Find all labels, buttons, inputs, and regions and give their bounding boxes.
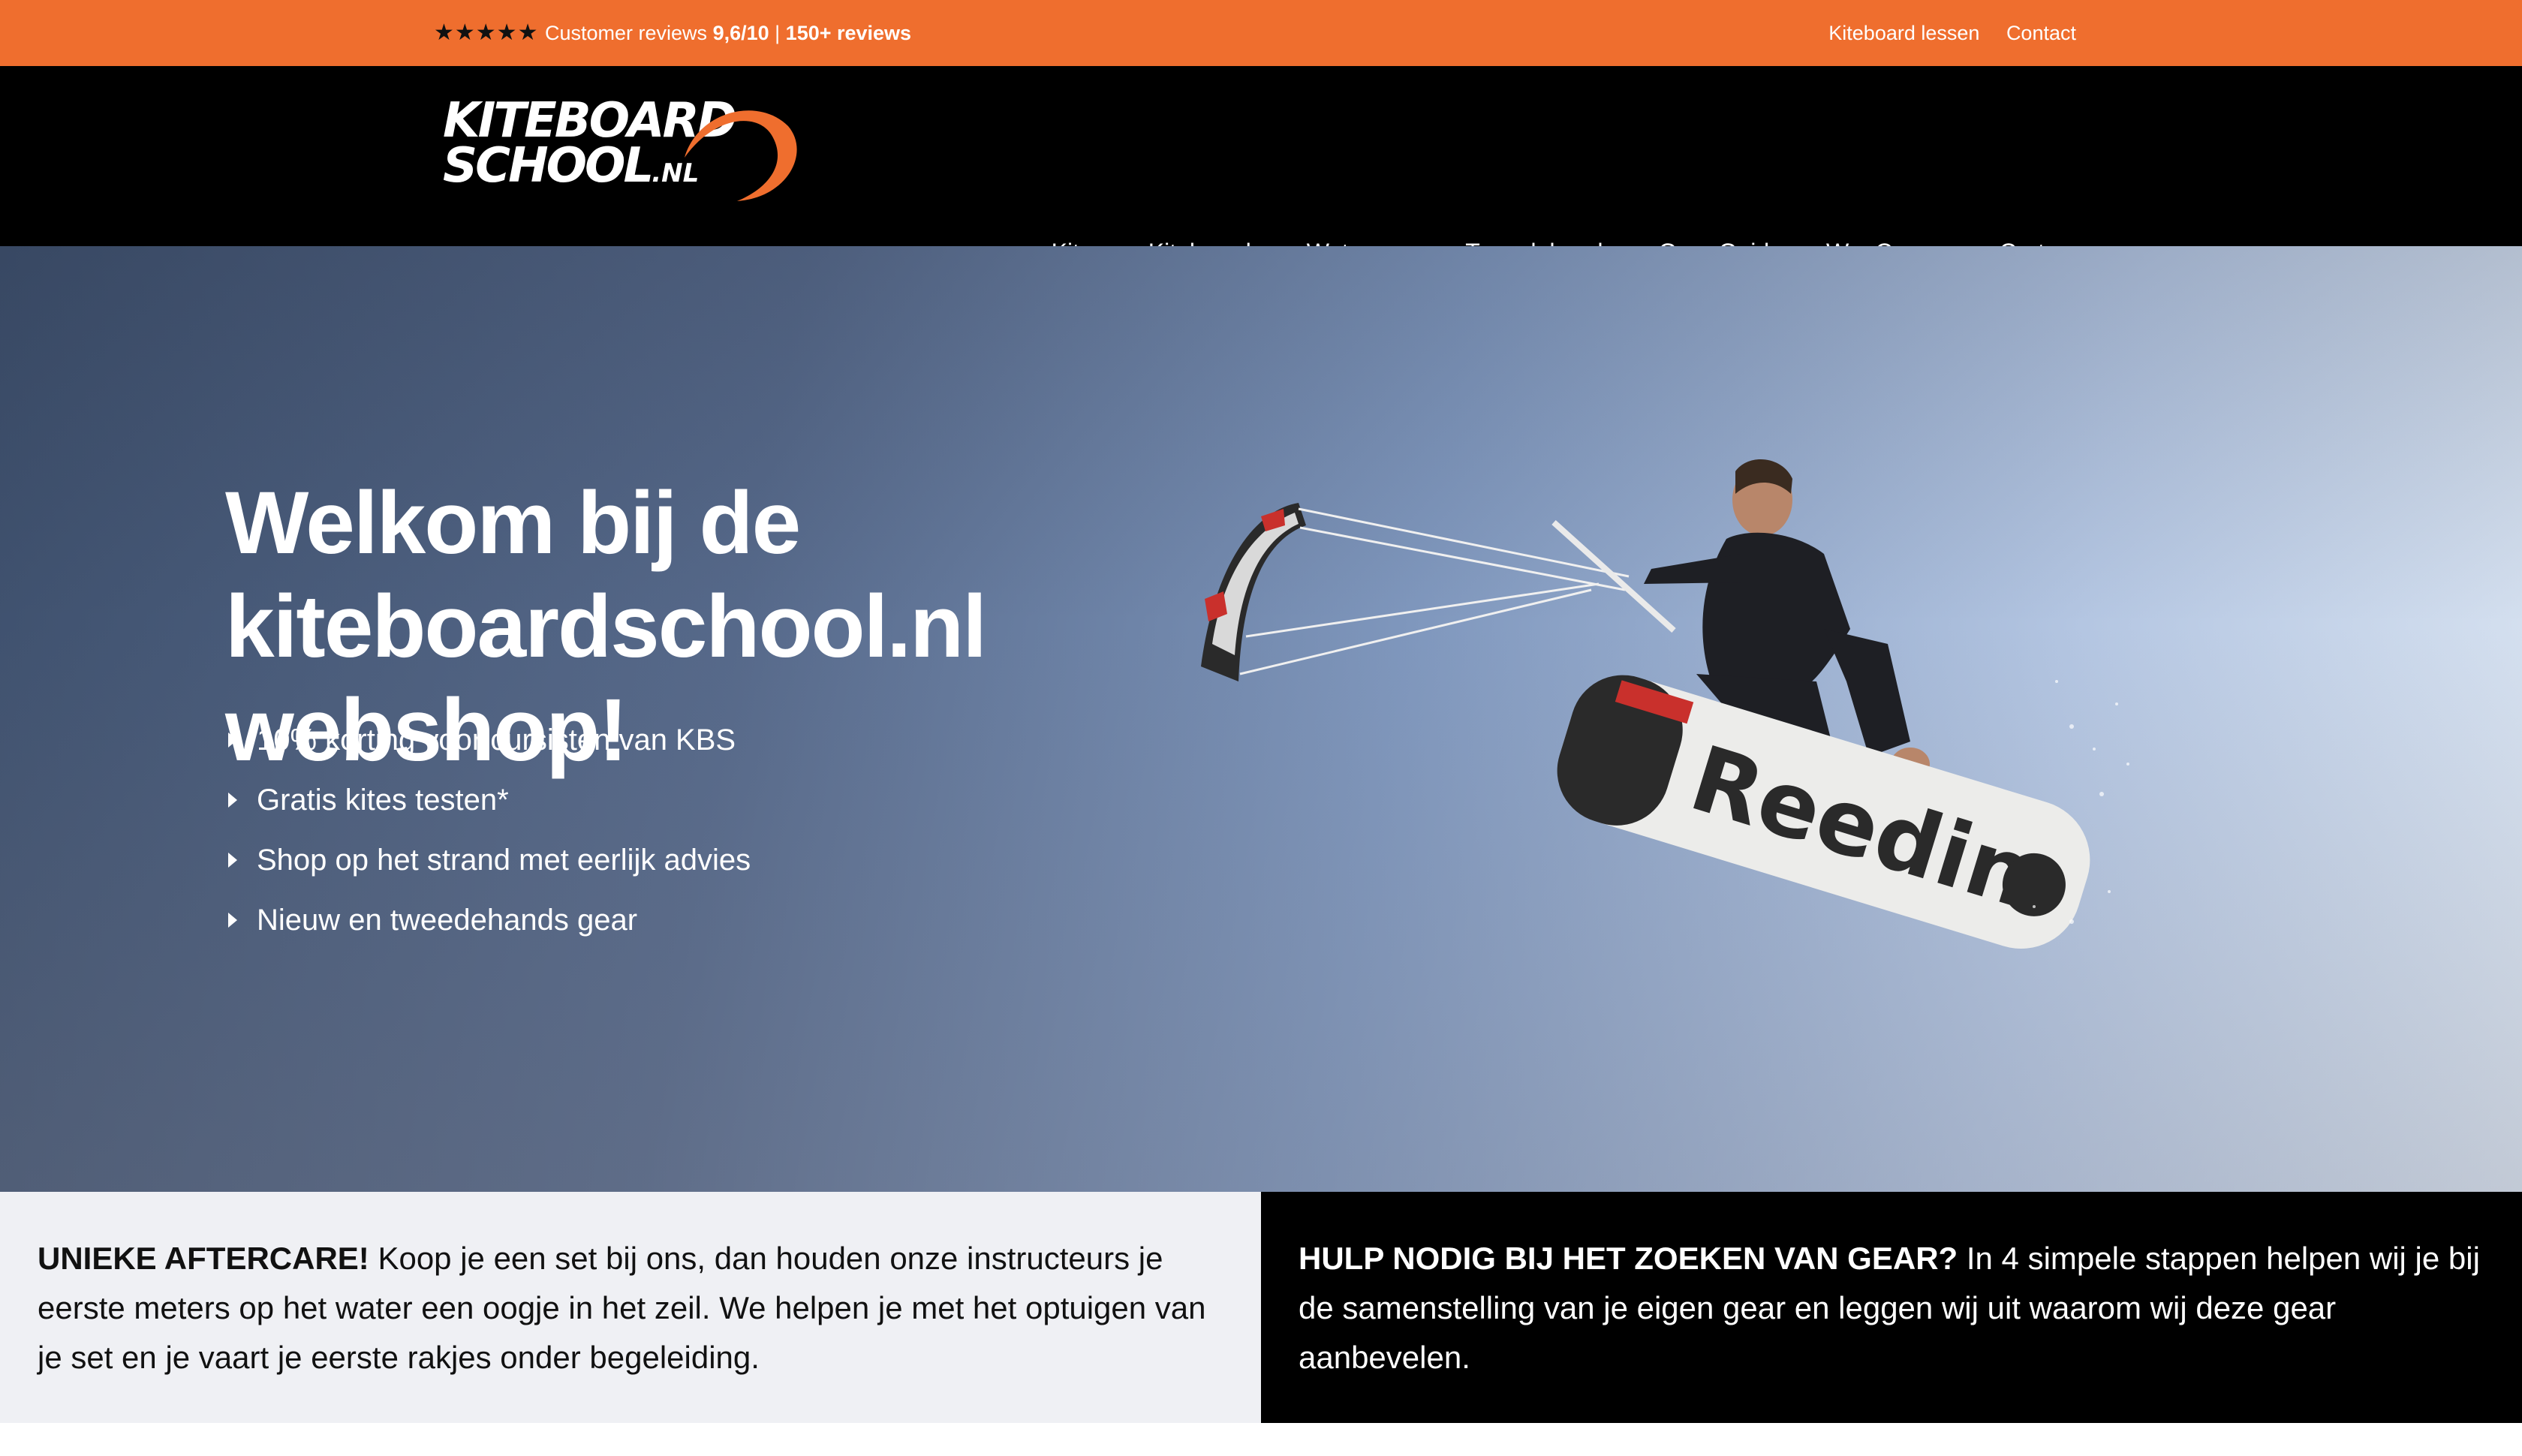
logo-swoosh-icon <box>685 110 797 201</box>
kiteboard-shape: Reedin <box>1557 675 2090 949</box>
customer-reviews-link[interactable]: Customer reviews 9,6/10 | 150+ reviews <box>545 18 911 48</box>
usp-item: Nieuw en tweedehands gear <box>225 890 751 950</box>
reviews-prefix: Customer reviews <box>545 22 713 44</box>
site-header: Kites Kiteboards Waterwear Tweedehands G… <box>0 66 2522 266</box>
gear-help-panel[interactable]: HULP NODIG BIJ HET ZOEKEN VAN GEAR? In 4… <box>1261 1192 2522 1423</box>
caret-right-icon <box>228 853 237 868</box>
usp-item: 10% korting voor cursisten van KBS <box>225 710 751 770</box>
caret-right-icon <box>228 793 237 808</box>
usp-item-label: 10% korting voor cursisten van KBS <box>257 723 736 757</box>
logo-line-2: SCHOOL.NL <box>443 138 699 194</box>
usp-item: Gratis kites testen* <box>225 770 751 830</box>
aftercare-heading: UNIEKE AFTERCARE! <box>38 1241 369 1276</box>
reviews-score: 9,6/10 <box>712 22 769 44</box>
hero-banner: Reedin Welkom bij de kiteboardschool.nl … <box>0 246 2522 1192</box>
reviews-separator: | <box>769 22 786 44</box>
caret-right-icon <box>228 913 237 928</box>
usp-item-label: Shop op het strand met eerlijk advies <box>257 844 751 877</box>
top-link-kiteboard-lessen[interactable]: Kiteboard lessen <box>1828 22 1979 44</box>
reviews-count: 150+ reviews <box>785 22 912 44</box>
top-link-contact[interactable]: Contact <box>2006 22 2076 44</box>
usp-item-label: Nieuw en tweedehands gear <box>257 904 638 937</box>
gear-help-heading: HULP NODIG BIJ HET ZOEKEN VAN GEAR? <box>1299 1241 1958 1276</box>
hero-title-line-1: Welkom bij de <box>225 474 801 573</box>
top-bar: ★★★★★ Customer reviews 9,6/10 | 150+ rev… <box>0 0 2522 66</box>
logo-school: SCHOOL <box>443 138 654 194</box>
hero-usp-list: 10% korting voor cursisten van KBS Grati… <box>225 710 751 950</box>
aftercare-panel: UNIEKE AFTERCARE! Koop je een set bij on… <box>0 1192 1261 1423</box>
caret-right-icon <box>228 733 237 748</box>
top-links: Kiteboard lessen Contact <box>1807 18 2076 48</box>
rating-stars-icon: ★★★★★ <box>434 20 539 45</box>
usp-item-label: Gratis kites testen* <box>257 784 509 817</box>
usp-item: Shop op het strand met eerlijk advies <box>225 830 751 890</box>
